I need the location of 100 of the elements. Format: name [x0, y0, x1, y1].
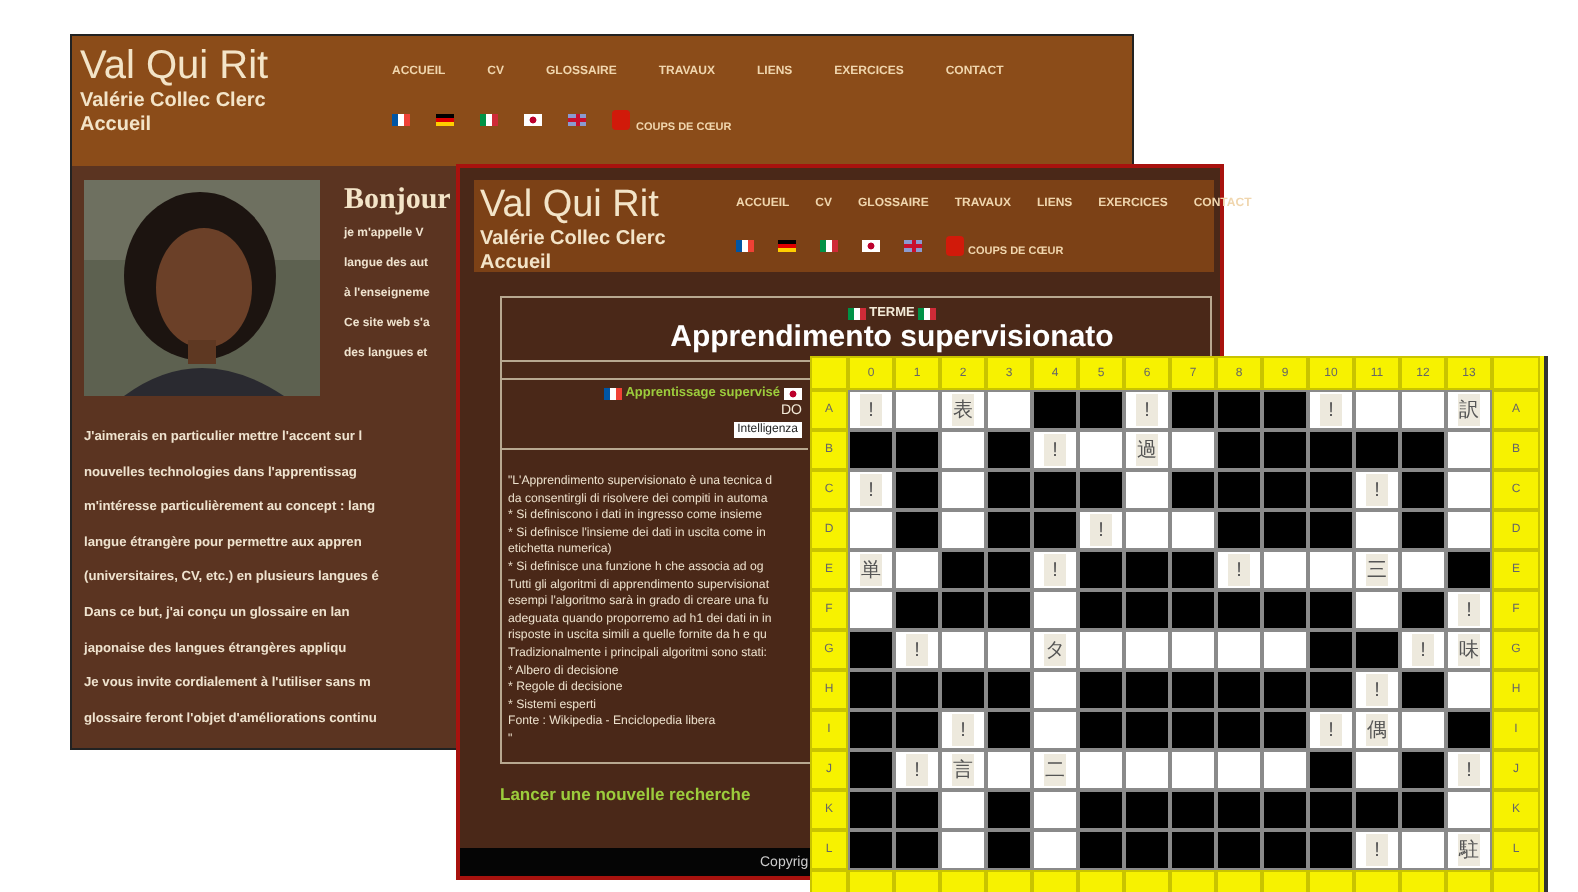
crossword-cell[interactable]: 味: [1446, 630, 1492, 670]
crossword-cell[interactable]: [1446, 470, 1492, 510]
crossword-cell[interactable]: [1078, 430, 1124, 470]
crossword-cell[interactable]: [1032, 670, 1078, 710]
crossword-cell[interactable]: [1078, 630, 1124, 670]
crossword-cell[interactable]: [1170, 430, 1216, 470]
crossword-cell[interactable]: !: [1032, 550, 1078, 590]
crossword-cell[interactable]: [1354, 390, 1400, 430]
crossword-cell[interactable]: [1170, 510, 1216, 550]
site-title: Val Qui Rit: [480, 184, 661, 228]
author-name: Valérie Collec Clerc: [80, 90, 268, 114]
crossword-cell[interactable]: !: [940, 710, 986, 750]
flag-icon[interactable]: [778, 240, 796, 252]
crossword-cell[interactable]: [848, 590, 894, 630]
crossword-cell[interactable]: [1262, 750, 1308, 790]
crossword-cell[interactable]: [986, 630, 1032, 670]
crossword-cell[interactable]: [940, 470, 986, 510]
crossword-cell[interactable]: 訳: [1446, 390, 1492, 430]
crossword-cell[interactable]: [1354, 510, 1400, 550]
crossword-cell[interactable]: [1124, 470, 1170, 510]
blocked-cell: [1124, 790, 1170, 830]
crossword-cell[interactable]: [1262, 630, 1308, 670]
crossword-cell[interactable]: 駐: [1446, 830, 1492, 870]
crossword-cell[interactable]: [1400, 550, 1446, 590]
crossword-cell[interactable]: !: [894, 750, 940, 790]
crossword-cell[interactable]: !: [1354, 670, 1400, 710]
crossword-cell[interactable]: !: [1308, 710, 1354, 750]
crossword-cell[interactable]: [1262, 550, 1308, 590]
crossword-cell[interactable]: [1170, 750, 1216, 790]
cell-glyph: 偶: [1366, 714, 1388, 746]
crossword-cell[interactable]: !: [1308, 390, 1354, 430]
crossword-cell[interactable]: [1032, 830, 1078, 870]
crossword-cell[interactable]: 過: [1124, 430, 1170, 470]
crossword-cell[interactable]: [940, 430, 986, 470]
crossword-cell[interactable]: [1032, 590, 1078, 630]
crossword-cell[interactable]: !: [1078, 510, 1124, 550]
crossword-cell[interactable]: !: [1216, 550, 1262, 590]
crossword-cell[interactable]: !: [1446, 590, 1492, 630]
blocked-cell: [1216, 670, 1262, 710]
flag-icon[interactable]: [436, 114, 454, 126]
crossword-cell[interactable]: [1124, 630, 1170, 670]
crossword-cell[interactable]: !: [1400, 630, 1446, 670]
crossword-cell[interactable]: 三: [1354, 550, 1400, 590]
new-search-link[interactable]: Lancer une nouvelle recherche: [500, 783, 751, 803]
crossword-cell[interactable]: [1446, 430, 1492, 470]
crossword-cell[interactable]: !: [1354, 470, 1400, 510]
crossword-cell[interactable]: [940, 510, 986, 550]
crossword-cell[interactable]: [1216, 750, 1262, 790]
flag-icon[interactable]: [736, 240, 754, 252]
crossword-cell[interactable]: [986, 390, 1032, 430]
flag-icon[interactable]: [392, 114, 410, 126]
crossword-cell[interactable]: !: [848, 390, 894, 430]
crossword-cell[interactable]: [1446, 790, 1492, 830]
crossword-cell[interactable]: [1354, 750, 1400, 790]
cell-glyph: 三: [1366, 554, 1388, 586]
flag-icon[interactable]: [524, 114, 542, 126]
crossword-cell[interactable]: !: [1032, 430, 1078, 470]
crossword-cell[interactable]: [940, 790, 986, 830]
crossword-cell[interactable]: [940, 630, 986, 670]
crossword-cell[interactable]: [1124, 750, 1170, 790]
crossword-cell[interactable]: [1400, 830, 1446, 870]
blocked-cell: [894, 830, 940, 870]
crossword-cell[interactable]: 表: [940, 390, 986, 430]
crossword-cell[interactable]: [1124, 510, 1170, 550]
crossword-cell[interactable]: !: [1354, 830, 1400, 870]
blocked-cell: [1446, 550, 1492, 590]
page-name: Accueil: [80, 114, 154, 138]
crossword-cell[interactable]: 言: [940, 750, 986, 790]
cell-glyph: !: [906, 754, 928, 786]
crossword-cell[interactable]: [986, 750, 1032, 790]
crossword-cell[interactable]: !: [894, 630, 940, 670]
crossword-cell[interactable]: [1446, 510, 1492, 550]
crossword-cell[interactable]: [1446, 670, 1492, 710]
blocked-cell: [1262, 470, 1308, 510]
crossword-cell[interactable]: [1032, 790, 1078, 830]
crossword-cell[interactable]: !: [1124, 390, 1170, 430]
blocked-cell: [1308, 790, 1354, 830]
crossword-cell[interactable]: 偶: [1354, 710, 1400, 750]
crossword-cell[interactable]: [894, 550, 940, 590]
crossword-cell[interactable]: タ: [1032, 630, 1078, 670]
crossword-cell[interactable]: 単: [848, 550, 894, 590]
crossword-cell[interactable]: [1308, 550, 1354, 590]
flag-icon: [847, 307, 866, 319]
crossword-cell[interactable]: [1400, 710, 1446, 750]
crossword-cell[interactable]: [1078, 750, 1124, 790]
crossword-cell[interactable]: [1216, 630, 1262, 670]
crossword-cell[interactable]: [940, 830, 986, 870]
crossword-cell[interactable]: [1400, 390, 1446, 430]
crossword-cell[interactable]: [894, 390, 940, 430]
cell-glyph: !: [1366, 674, 1388, 706]
crossword-cell[interactable]: [1032, 710, 1078, 750]
crossword-cell[interactable]: [848, 510, 894, 550]
crossword-cell[interactable]: !: [848, 470, 894, 510]
blocked-cell: [1078, 590, 1124, 630]
crossword-cell[interactable]: !: [1446, 750, 1492, 790]
crossword-cell[interactable]: [1354, 590, 1400, 630]
flag-icon[interactable]: [862, 240, 880, 252]
blocked-cell: [1400, 670, 1446, 710]
crossword-cell[interactable]: 二: [1032, 750, 1078, 790]
crossword-cell[interactable]: [1170, 630, 1216, 670]
